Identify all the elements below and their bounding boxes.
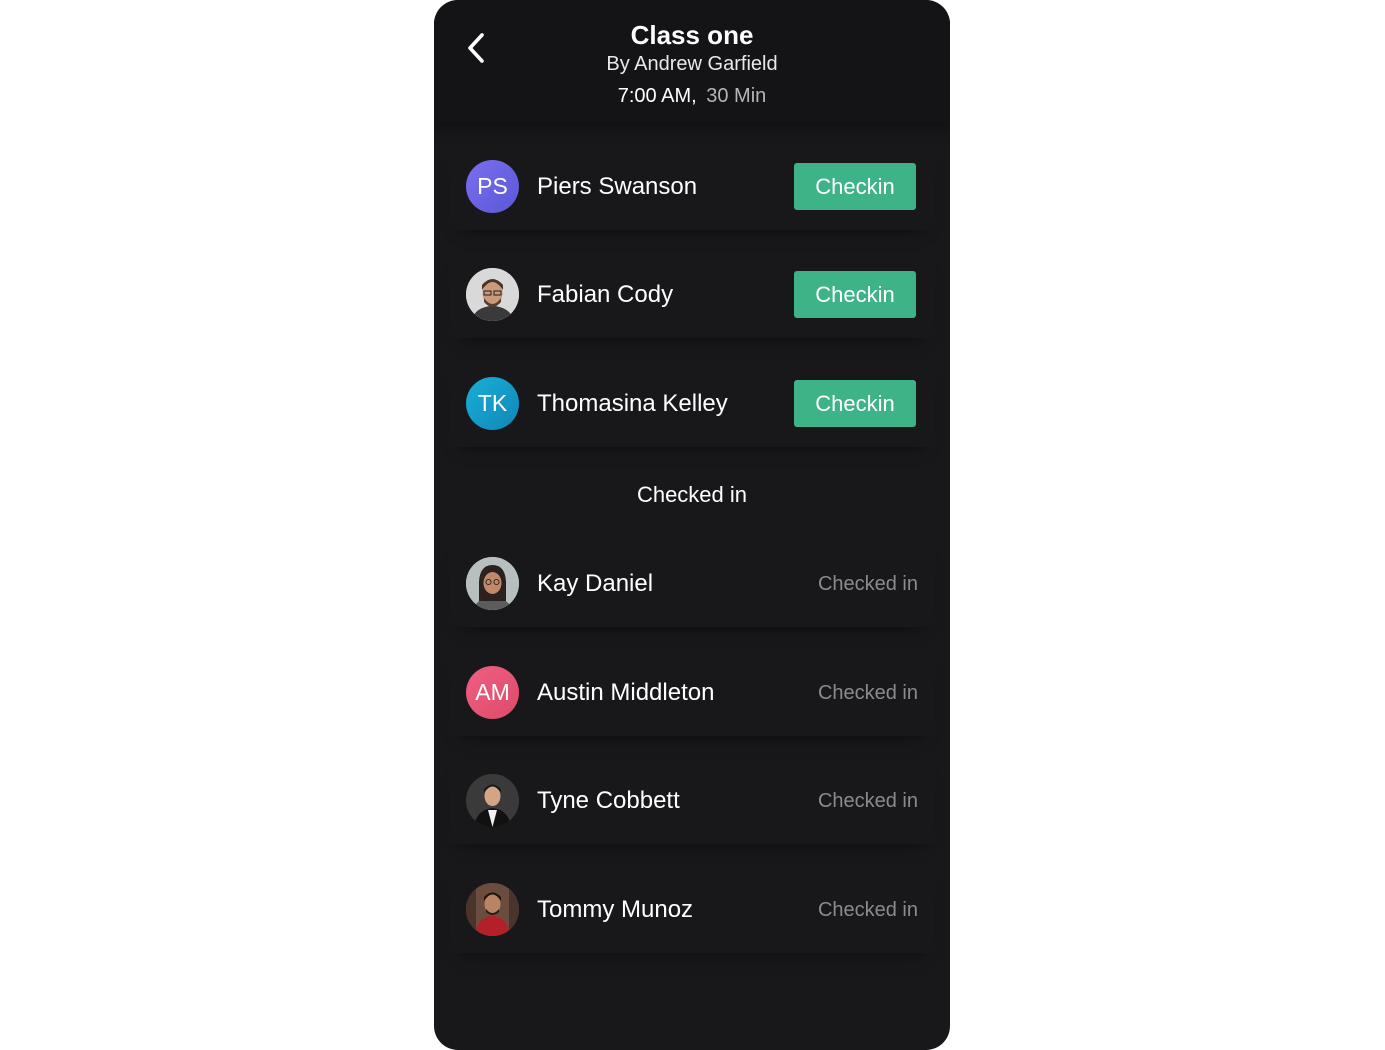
checked-in-status: Checked in xyxy=(817,573,918,595)
checked-in-status: Checked in xyxy=(817,790,918,812)
class-screen: Class one By Andrew Garfield 7:00 AM, 30… xyxy=(434,0,950,1050)
attendee-name: Fabian Cody xyxy=(537,281,674,308)
checked-in-status: Checked in xyxy=(817,682,918,704)
avatar xyxy=(466,883,519,936)
attendee-name: Tommy Munoz xyxy=(537,896,694,923)
avatar: TK xyxy=(466,377,519,430)
attendee-row: PS Piers Swanson Checkin xyxy=(450,144,934,230)
attendee-name: Thomasina Kelley xyxy=(537,390,728,417)
avatar xyxy=(466,268,519,321)
attendee-row: TK Thomasina Kelley Checkin xyxy=(450,361,934,447)
person-photo-icon xyxy=(466,883,519,936)
class-time: 7:00 AM, xyxy=(617,85,697,107)
attendee-name: Austin Middleton xyxy=(537,679,715,706)
avatar: AM xyxy=(466,666,519,719)
person-photo-icon xyxy=(466,774,519,827)
attendee-name: Tyne Cobbett xyxy=(537,787,680,814)
avatar xyxy=(466,774,519,827)
class-duration: 30 Min xyxy=(706,85,767,107)
checkin-button[interactable]: Checkin xyxy=(794,271,916,318)
checked-in-heading: Checked in xyxy=(636,482,748,507)
attendee-name: Kay Daniel xyxy=(537,570,654,597)
checked-in-row: Tyne Cobbett Checked in xyxy=(450,758,934,844)
person-photo-icon xyxy=(466,557,519,610)
avatar xyxy=(466,557,519,610)
attendee-name: Piers Swanson xyxy=(537,173,698,200)
class-title: Class one xyxy=(630,20,754,50)
avatar: PS xyxy=(466,160,519,213)
class-header: Class one By Andrew Garfield 7:00 AM, 30… xyxy=(434,0,950,122)
checked-in-row: Kay Daniel Checked in xyxy=(450,541,934,627)
checked-in-status: Checked in xyxy=(817,899,918,921)
checkin-button[interactable]: Checkin xyxy=(794,163,916,210)
checked-in-row: AM Austin Middleton Checked in xyxy=(450,650,934,736)
class-schedule: 7:00 AM, 30 Min xyxy=(434,85,950,108)
person-photo-icon xyxy=(466,268,519,321)
checked-in-row: Tommy Munoz Checked in xyxy=(450,867,934,953)
checkin-button[interactable]: Checkin xyxy=(794,380,916,427)
instructor-name: By Andrew Garfield xyxy=(606,53,778,75)
attendee-row: Fabian Cody Checkin xyxy=(450,252,934,338)
